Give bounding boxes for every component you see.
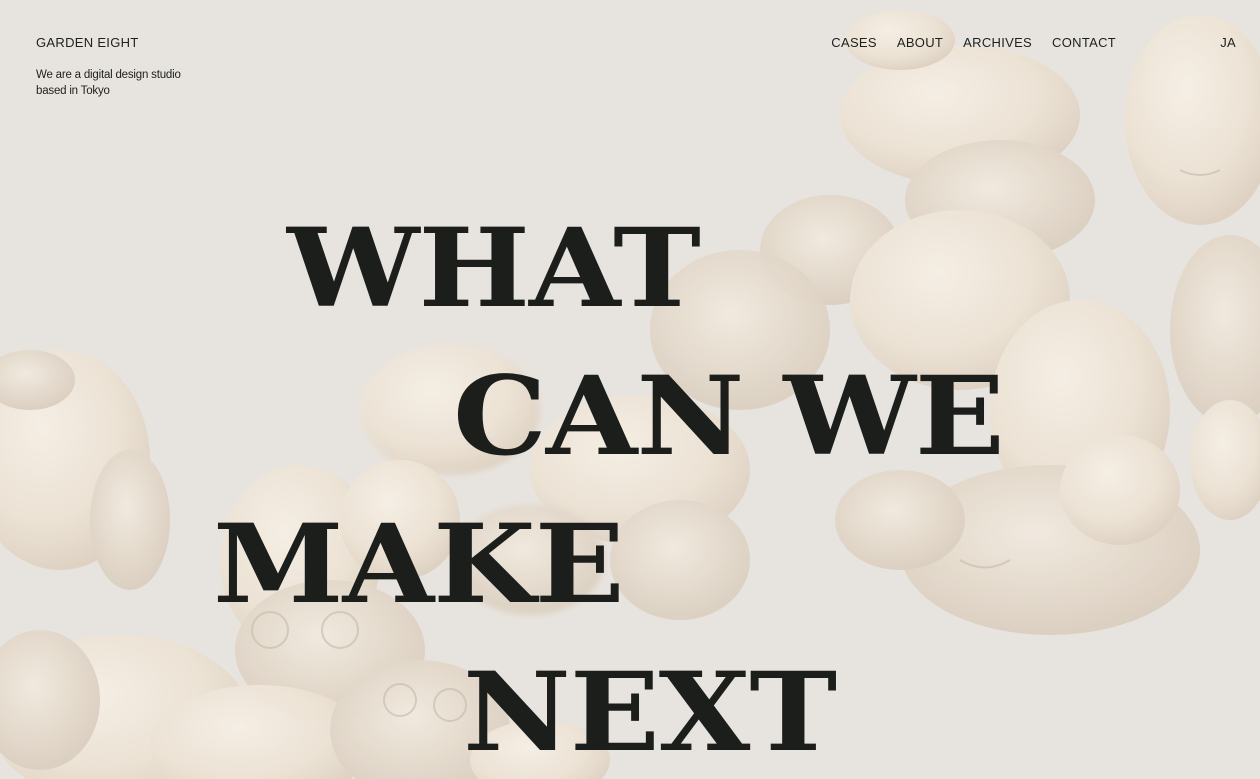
hero-line-3: MAKE xyxy=(213,499,625,628)
tagline: We are a digital design studio based in … xyxy=(36,67,206,99)
brand-logo[interactable]: GARDEN EIGHT xyxy=(36,35,139,50)
hero-line-1: WHAT xyxy=(287,203,701,332)
main-nav: CASES ABOUT ARCHIVES CONTACT xyxy=(831,35,1116,50)
tagline-line-1: We are a digital design studio xyxy=(36,69,181,81)
nav-item-contact[interactable]: CONTACT xyxy=(1052,35,1116,50)
hero-line-2: CAN WE xyxy=(453,351,1005,480)
tagline-line-2: based in Tokyo xyxy=(36,85,110,97)
hero-line-4: NEXT xyxy=(463,647,837,776)
language-switch[interactable]: JA xyxy=(1220,35,1236,50)
nav-item-about[interactable]: ABOUT xyxy=(897,35,943,50)
nav-item-archives[interactable]: ARCHIVES xyxy=(963,35,1032,50)
nav-item-cases[interactable]: CASES xyxy=(831,35,877,50)
